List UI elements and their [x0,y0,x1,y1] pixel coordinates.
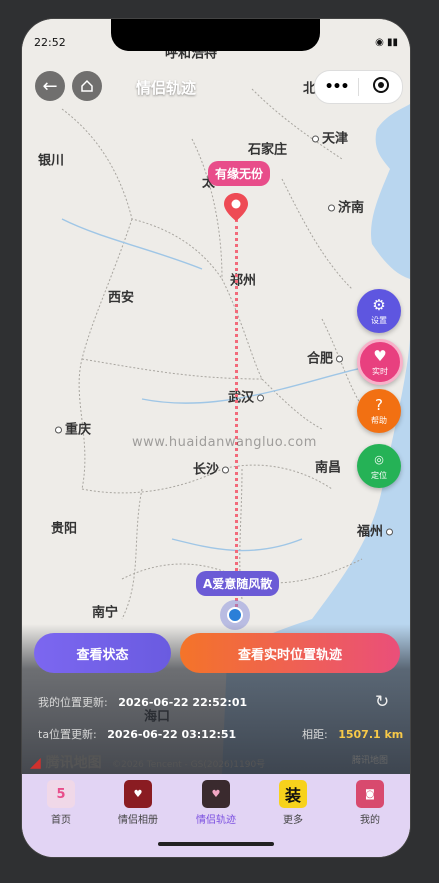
tencent-map-logo: ◢ 腾讯地图 [30,752,102,772]
watermark-text: www.huaidanwangluo.com [132,435,317,450]
locate-icon: ◎ [374,452,384,466]
realtime-button[interactable]: ♥ 实时 [357,339,403,385]
tab-home[interactable]: 5 首页 [31,780,91,826]
ta-update-label: ta位置更新: [38,728,97,741]
city-yinchuan: 银川 [38,153,65,169]
my-update-time: 2026-06-22 22:52:01 [118,696,248,709]
marker-bottom-label[interactable]: A爱意随风散 [196,571,280,596]
tab-profile-label: 我的 [360,815,380,826]
tab-home-label: 首页 [51,815,71,826]
my-update-label: 我的位置更新: [38,696,108,709]
route-line [235,219,238,614]
tab-track[interactable]: ♥ 情侣轨迹 [186,780,246,826]
city-wuhan: 武汉 [228,387,267,406]
tab-more[interactable]: 装 更多 [263,780,323,826]
more-tab-icon: 装 [279,780,307,808]
back-arrow-icon: ← [42,75,58,97]
help-button[interactable]: ? 帮助 [357,389,401,433]
miniprogram-capsule: ••• [314,70,403,104]
distance-row: 相距: 1507.1 km [302,726,403,742]
locate-button[interactable]: ◎ 定位 [357,444,401,488]
gear-icon: ⚙ [372,295,386,314]
city-nanchang: 南昌 [315,460,342,476]
track-tab-icon: ♥ [202,780,230,808]
tencent-map-small-label: 腾讯地图 [352,756,389,766]
city-fuzhou: 福州 [357,521,396,540]
map-copyright: ©2026 Tencent - GS(2026)1190号 [112,760,266,770]
back-button[interactable]: ← [35,71,65,101]
city-xian: 西安 [108,290,135,306]
tencent-logo-icon: ◢ [30,755,41,771]
more-menu-button[interactable]: ••• [315,79,358,95]
my-update-row: 我的位置更新: 2026-06-22 22:52:01 [38,694,247,710]
home-tab-icon: 5 [47,780,75,808]
tab-album-label: 情侣相册 [118,815,158,826]
status-icons: ◉ ▮▮ [375,37,398,48]
page-title: 情侣轨迹 [136,79,197,97]
city-tianjin: 天津 [309,128,348,147]
tab-more-label: 更多 [283,815,303,826]
tab-track-label: 情侣轨迹 [196,815,236,826]
view-status-button[interactable]: 查看状态 [34,633,171,673]
refresh-icon[interactable]: ↻ [375,692,389,712]
locate-label: 定位 [371,470,387,480]
city-nanning: 南宁 [92,605,119,621]
ta-update-row: ta位置更新: 2026-06-22 03:12:51 [38,726,236,742]
city-chongqing: 重庆 [52,419,91,438]
city-guiyang: 贵阳 [51,521,78,537]
phone-screen: 呼和浩特 北 银川 石家庄 天津 太 济南 西安 郑州 南京 合肥 武汉 重庆 … [22,19,410,857]
question-icon: ? [375,395,383,414]
distance-label: 相距: [302,728,328,741]
heart-icon: ♥ [373,346,387,365]
distance-value: 1507.1 km [338,728,404,741]
target-icon [372,77,389,93]
settings-button[interactable]: ⚙ 设置 [357,289,401,333]
close-miniprogram-button[interactable] [359,77,402,97]
tab-album[interactable]: ♥ 情侣相册 [108,780,168,826]
home-icon [81,79,93,92]
city-hefei: 合肥 [307,348,346,367]
city-jinan: 济南 [325,197,364,216]
profile-tab-icon: ◙ [356,780,384,808]
view-track-button[interactable]: 查看实时位置轨迹 [180,633,400,673]
battery-icon: ▮▮ [386,37,398,48]
status-time: 22:52 [34,36,66,49]
settings-label: 设置 [371,315,387,325]
home-indicator [158,842,274,846]
realtime-label: 实时 [372,366,388,376]
marker-top-label[interactable]: 有缘无份 [208,161,271,186]
city-changsha: 长沙 [193,459,232,478]
location-pin-icon[interactable] [224,193,248,221]
album-tab-icon: ♥ [124,780,152,808]
city-zhengzhou: 郑州 [230,273,257,289]
more-dots-icon: ••• [324,79,350,95]
tencent-logo-text: 腾讯地图 [45,755,102,771]
home-button[interactable] [72,71,102,101]
notch [111,19,320,51]
ta-update-time: 2026-06-22 03:12:51 [107,728,237,741]
tab-profile[interactable]: ◙ 我的 [340,780,400,826]
wifi-icon: ◉ [375,37,384,48]
city-shijiazhuang: 石家庄 [248,142,288,158]
help-label: 帮助 [371,415,387,425]
